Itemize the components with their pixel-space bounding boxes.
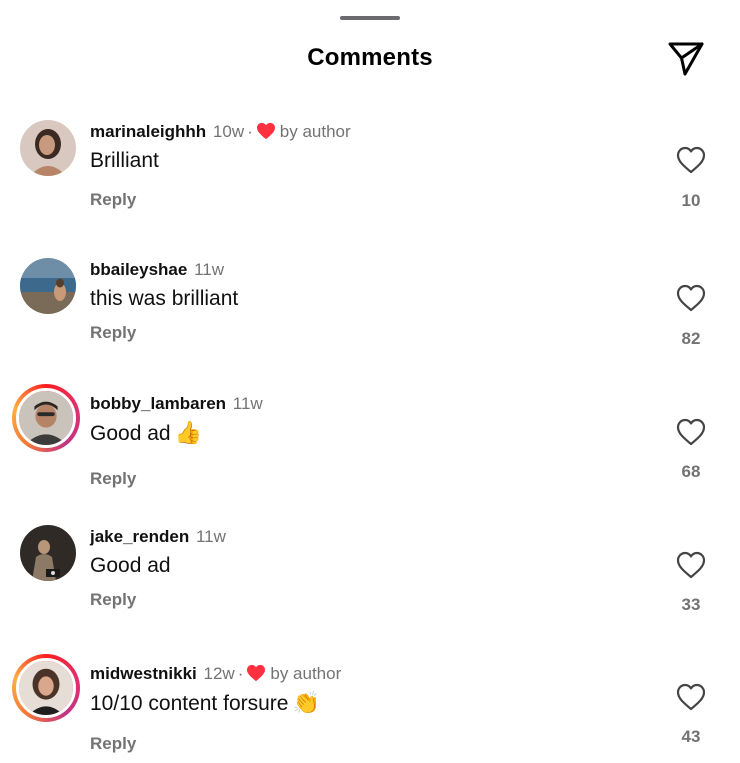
comment-meta: midwestnikki 12w · by author (90, 664, 341, 684)
thumbs-up-emoji: 👍 (174, 420, 202, 445)
comment-body: 10/10 content forsure (90, 692, 289, 715)
author-liked-heart-icon (247, 664, 266, 682)
username[interactable]: jake_renden (90, 527, 189, 546)
user-photo (19, 391, 73, 445)
avatar[interactable] (20, 525, 76, 581)
comment-body: this was brilliant (90, 287, 239, 310)
reply-button[interactable]: Reply (90, 590, 136, 610)
comment-item: bbaileyshae 11w this was brilliant Reply… (0, 258, 740, 378)
heart-outline-icon (676, 551, 706, 579)
timestamp: 10w (212, 122, 245, 141)
comment-meta: bbaileyshae 11w (90, 260, 224, 280)
user-photo (20, 120, 76, 176)
heart-outline-icon (676, 146, 706, 174)
like-count: 33 (681, 595, 701, 614)
separator-dot: · (237, 664, 244, 683)
comment-text: 10/10 content forsure 👏 (90, 690, 320, 717)
comment-body: Good ad (90, 554, 171, 577)
reply-button[interactable]: Reply (90, 469, 136, 489)
like-count: 43 (681, 727, 701, 746)
heart-outline-icon (676, 683, 706, 711)
share-button[interactable] (666, 38, 706, 78)
heart-outline-icon (676, 284, 706, 312)
heart-outline-icon (676, 418, 706, 446)
like-button[interactable] (676, 683, 706, 711)
timestamp: 11w (195, 527, 226, 546)
author-liked-heart-icon (256, 122, 275, 140)
reply-button[interactable]: Reply (90, 323, 136, 343)
avatar[interactable] (20, 120, 76, 176)
avatar[interactable] (20, 258, 76, 314)
timestamp: 11w (232, 394, 263, 413)
drag-handle[interactable] (340, 16, 400, 20)
comment-text: this was brilliant (90, 286, 238, 312)
username[interactable]: marinaleighhh (90, 122, 206, 141)
comment-item: marinaleighhh 10w · by author Brilliant Re… (0, 120, 740, 240)
avatar-with-story-ring[interactable] (12, 654, 80, 722)
comment-meta: jake_renden 11w (90, 527, 226, 547)
comment-item: bobby_lambaren 11w Good ad 👍 Reply 68 (0, 384, 740, 512)
by-author-label: by author (279, 122, 351, 141)
avatar-with-story-ring[interactable] (12, 384, 80, 452)
comment-body: Good ad (90, 422, 171, 445)
timestamp: 11w (194, 260, 224, 279)
like-count: 68 (681, 462, 701, 481)
like-count: 82 (681, 329, 701, 348)
username[interactable]: midwestnikki (90, 664, 197, 683)
comment-meta: marinaleighhh 10w · by author (90, 122, 351, 142)
comment-item: midwestnikki 12w · by author 10/10 content… (0, 654, 740, 763)
comment-text: Good ad (90, 553, 171, 579)
comment-item: jake_renden 11w Good ad Reply 33 (0, 525, 740, 645)
like-count: 10 (681, 191, 701, 210)
by-author-label: by author (270, 664, 342, 683)
reply-button[interactable]: Reply (90, 190, 136, 210)
username[interactable]: bbaileyshae (90, 260, 187, 279)
comment-text: Brilliant (90, 148, 159, 174)
page-title: Comments (307, 44, 433, 71)
user-photo (20, 258, 76, 314)
comment-meta: bobby_lambaren 11w (90, 394, 263, 414)
separator-dot: · (247, 122, 253, 141)
like-button[interactable] (676, 418, 706, 446)
username[interactable]: bobby_lambaren (90, 394, 226, 413)
like-button[interactable] (676, 146, 706, 174)
paper-plane-icon (668, 42, 704, 76)
like-button[interactable] (676, 284, 706, 312)
like-button[interactable] (676, 551, 706, 579)
clapping-hands-emoji: 👏 (292, 690, 320, 715)
reply-button[interactable]: Reply (90, 734, 136, 754)
user-photo (19, 661, 73, 715)
user-photo (20, 525, 76, 581)
timestamp: 12w (203, 664, 235, 683)
comment-body: Brilliant (90, 149, 159, 172)
comment-text: Good ad 👍 (90, 420, 202, 447)
comments-sheet: Comments marinaleighhh 10w · by author Bri… (0, 0, 740, 763)
